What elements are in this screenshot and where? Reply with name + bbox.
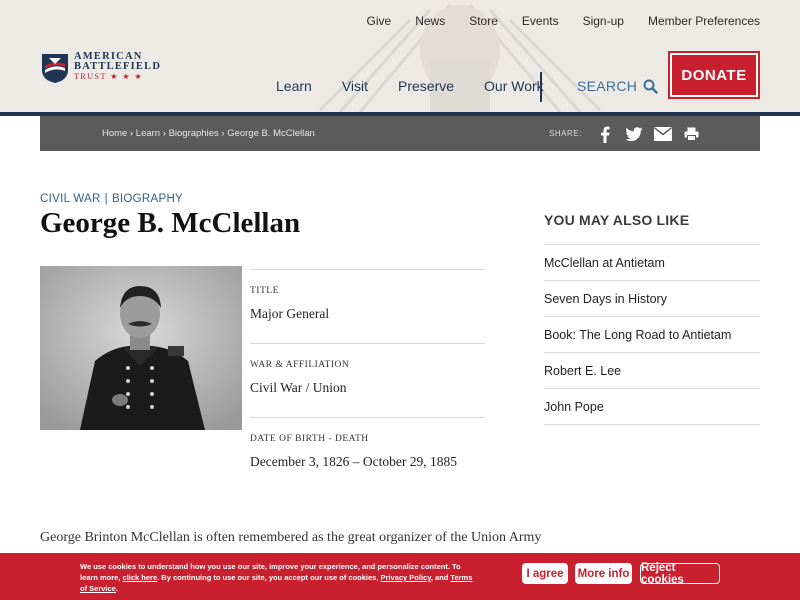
cookie-banner: We use cookies to understand how you use… [0,553,800,600]
share-icons [590,125,706,143]
fact-title: TITLE Major General [250,269,485,343]
article-eyebrow: CIVIL WAR | BIOGRAPHY [40,193,183,205]
utility-link-signup[interactable]: Sign-up [583,14,624,28]
fact-label: WAR & AFFILIATION [250,360,350,370]
facebook-icon[interactable] [590,125,619,143]
related-heading: YOU MAY ALSO LIKE [544,212,760,245]
reject-cookies-button[interactable]: Reject cookies [640,562,720,586]
cookie-click-here-link[interactable]: click here [123,573,158,582]
nav-learn[interactable]: Learn [276,78,312,94]
search-icon [643,79,658,94]
fact-birth-death: DATE OF BIRTH - DEATH December 3, 1826 –… [250,417,485,491]
utility-link-member-preferences[interactable]: Member Preferences [648,14,760,28]
fact-war-affiliation: WAR & AFFILIATION Civil War / Union [250,343,485,417]
related-link[interactable]: Seven Days in History [544,281,760,317]
nav-divider [540,72,542,102]
eyebrow-separator: | [104,193,108,205]
more-info-button[interactable]: More info [575,563,632,584]
print-icon[interactable] [677,125,706,143]
breadcrumb-learn[interactable]: Learn [136,128,160,139]
utility-link-store[interactable]: Store [469,14,498,28]
breadcrumb-current: George B. McClellan [227,128,315,139]
donate-button[interactable]: DONATE [668,51,760,99]
fact-value: December 3, 1826 – October 29, 1885 [250,454,457,469]
category-link[interactable]: CIVIL WAR [40,193,101,205]
site-logo[interactable]: AMERICAN BATTLEFIELD TRUST ★ ★ ★ [40,51,162,84]
breadcrumb-separator: › [162,128,166,139]
cookie-text: . By continuing to use our site, you acc… [157,573,381,582]
nav-our-work[interactable]: Our Work [484,78,544,94]
related-link[interactable]: Book: The Long Road to Antietam [544,317,760,353]
utility-link-give[interactable]: Give [367,14,392,28]
nav-preserve[interactable]: Preserve [398,78,454,94]
breadcrumb-home[interactable]: Home [102,128,127,139]
logo-line-2: BATTLEFIELD [74,61,162,72]
breadcrumb-biographies[interactable]: Biographies [169,128,219,139]
privacy-policy-link[interactable]: Privacy Policy [381,573,431,582]
logo-line-3: TRUST ★ ★ ★ [74,72,144,81]
related-link[interactable]: McClellan at Antietam [544,245,760,281]
fact-label: DATE OF BIRTH - DEATH [250,434,369,444]
fact-value: Civil War / Union [250,380,347,395]
agree-button[interactable]: I agree [522,563,568,584]
article-intro: George Brinton McClellan is often rememb… [40,530,542,545]
cookie-text: , and [430,573,451,582]
utility-nav: Give News Store Events Sign-up Member Pr… [343,14,761,28]
breadcrumb-bar: Home › Learn › Biographies › George B. M… [40,116,760,151]
fact-value: Major General [250,306,330,321]
fact-label: TITLE [250,286,279,296]
site-header: Give News Store Events Sign-up Member Pr… [0,0,800,112]
flag-shield-icon [42,54,68,83]
main-nav: Learn Visit Preserve Our Work [276,78,574,94]
utility-link-events[interactable]: Events [522,14,559,28]
breadcrumb: Home › Learn › Biographies › George B. M… [102,128,315,139]
breadcrumb-separator: › [129,128,134,139]
twitter-icon[interactable] [619,125,648,143]
type-link[interactable]: BIOGRAPHY [112,193,183,205]
bio-facts: TITLE Major General WAR & AFFILIATION Ci… [250,269,485,491]
utility-link-news[interactable]: News [415,14,445,28]
related-sidebar: YOU MAY ALSO LIKE McClellan at Antietam … [544,212,760,425]
email-icon[interactable] [648,125,677,143]
share-label: SHARE: [549,129,582,138]
search-label: SEARCH [577,78,638,94]
portrait-image [40,266,242,430]
page-title: George B. McClellan [40,207,301,239]
search-button[interactable]: SEARCH [577,78,658,94]
nav-visit[interactable]: Visit [342,78,368,94]
related-link[interactable]: John Pope [544,389,760,425]
related-link[interactable]: Robert E. Lee [544,353,760,389]
cookie-message: We use cookies to understand how you use… [80,561,480,594]
breadcrumb-separator: › [221,128,225,139]
cookie-text: . [115,584,118,593]
